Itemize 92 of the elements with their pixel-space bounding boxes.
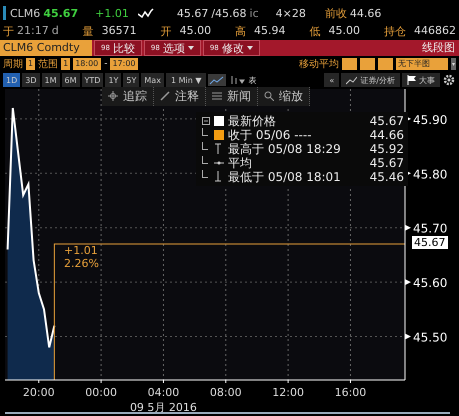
tree-line xyxy=(202,142,208,150)
lines-icon xyxy=(212,91,222,102)
average-marker-icon xyxy=(214,158,224,167)
collapse-icon[interactable] xyxy=(202,116,210,125)
security-field[interactable]: CLM6 Comdty xyxy=(0,40,92,56)
change-value: +1.01 xyxy=(64,244,99,257)
x-tick-label: 12:00 xyxy=(272,386,304,399)
stat-label: 高 xyxy=(235,24,246,39)
last-time: 21:17 xyxy=(17,24,49,39)
x-tick-label: 16:00 xyxy=(334,386,366,399)
change-percent: 2.26% xyxy=(64,256,99,270)
prev-close-value: 44.66 xyxy=(350,6,382,20)
analysis-button[interactable]: 证券/分析 xyxy=(341,73,400,88)
moving-average-field[interactable] xyxy=(360,58,375,70)
range-tab[interactable]: 1M xyxy=(42,73,60,88)
period-label: 周期 xyxy=(3,58,23,71)
stat-label: 量 xyxy=(82,24,94,39)
start-time-field[interactable]: 18:00 xyxy=(73,58,102,70)
legend-label: 最低于 05/08 18:01 xyxy=(228,170,342,184)
legend-label: 最高于 05/08 18:29 xyxy=(228,142,342,156)
end-time-field[interactable]: 17:00 xyxy=(110,58,138,70)
stat-label: 开 xyxy=(160,24,172,39)
range-tab[interactable]: 5Y xyxy=(123,73,140,88)
lower-chart-dropdown[interactable]: 无下半图 xyxy=(396,58,448,70)
legend-value: 45.46 xyxy=(370,170,404,184)
x-tick-label: 20:00 xyxy=(22,386,55,399)
table-link[interactable]: 表 xyxy=(248,74,256,86)
chart-type-title: 线段图 xyxy=(422,40,456,56)
tree-line xyxy=(202,170,208,178)
crosshair-icon xyxy=(108,91,118,102)
tree-line xyxy=(202,156,208,164)
x-tick-label: 08:00 xyxy=(210,386,242,399)
legend-label: 平均 xyxy=(228,156,253,170)
low-marker-icon xyxy=(214,171,222,182)
y-tick-label: 45.90 xyxy=(413,112,448,127)
range-tab[interactable]: 1D xyxy=(3,73,20,88)
range-tab[interactable]: Max xyxy=(141,73,164,88)
last-price: 45.67 xyxy=(43,6,78,20)
interval-dropdown[interactable]: 1 Min ▼ xyxy=(166,73,206,88)
range-tab[interactable]: 1Y xyxy=(105,73,122,88)
legend-value: 45.92 xyxy=(370,142,404,156)
time-suffix: d xyxy=(52,24,59,39)
time-label: 于 xyxy=(3,24,14,39)
line-chart-icon[interactable] xyxy=(208,74,226,86)
prev-close-label: 前收 xyxy=(324,6,347,21)
pencil-icon xyxy=(160,91,170,102)
moving-average-field[interactable] xyxy=(342,58,357,70)
legend-value: 45.67 xyxy=(370,114,404,128)
tree-line xyxy=(202,128,208,136)
legend-label: 最新价格 xyxy=(228,114,277,128)
date-label: 09 5月 2016 xyxy=(130,400,197,414)
x-tick-label: 04:00 xyxy=(148,386,180,399)
high-marker-icon xyxy=(214,143,222,154)
range-tab[interactable]: YTD xyxy=(82,73,104,88)
range-tab[interactable]: 6M xyxy=(62,73,80,88)
sparkline-icon xyxy=(138,8,154,18)
chart-icon xyxy=(346,76,358,85)
bid-ask-size: 4×28 xyxy=(276,6,306,20)
stat-value: 36571 xyxy=(102,24,137,39)
stat-value: 45.00 xyxy=(328,24,360,39)
stat-value: 446862 xyxy=(414,24,456,39)
ticker: CLM6 xyxy=(10,6,40,20)
range-field[interactable]: 1 xyxy=(61,58,70,70)
y-tick-label: 45.80 xyxy=(413,167,448,182)
moving-average-field[interactable] xyxy=(378,58,393,70)
stat-label: 持仓 xyxy=(384,24,406,39)
stat-value: 45.94 xyxy=(254,24,286,39)
stat-value: 45.00 xyxy=(180,24,212,39)
last-price-tag: 45.67 xyxy=(412,236,448,249)
legend-label: 收于 05/06 ---- xyxy=(228,128,313,142)
y-tick-label: 45.70 xyxy=(413,222,448,236)
bid-price: 45.67 xyxy=(176,6,208,20)
moving-average-label: 移动平均 xyxy=(299,58,339,71)
settings-icon[interactable] xyxy=(442,73,456,88)
price-source: ic xyxy=(250,6,259,20)
range-label: 范围 xyxy=(38,58,58,71)
range-tab[interactable]: 3D xyxy=(22,73,40,88)
price-change: +1.01 xyxy=(95,6,129,20)
stat-label: 低 xyxy=(310,24,320,39)
events-button[interactable]: 大事 xyxy=(402,73,440,88)
flag-icon xyxy=(407,75,416,86)
y-tick-label: 45.50 xyxy=(413,330,448,344)
legend-value: 44.66 xyxy=(370,128,404,142)
ask-price: /45.68 xyxy=(211,6,247,20)
legend-value: 45.67 xyxy=(370,156,404,170)
range-dash: - xyxy=(104,58,108,69)
x-tick-label: 00:00 xyxy=(85,386,117,399)
search-icon xyxy=(264,91,274,102)
period-field[interactable]: 1 xyxy=(26,58,36,70)
ticker-marker xyxy=(3,6,6,20)
y-tick-label: 45.60 xyxy=(413,276,448,290)
collapse-button[interactable]: « xyxy=(324,73,340,88)
